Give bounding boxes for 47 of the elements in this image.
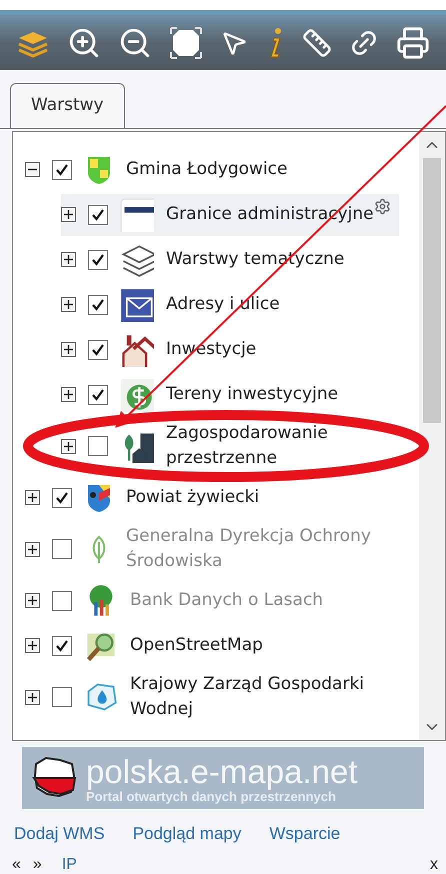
layers-icon [120, 242, 154, 276]
layer-name[interactable]: Gmina Łodygowice [126, 157, 288, 182]
previous-button[interactable]: « [12, 852, 21, 874]
expander-icon[interactable] [25, 690, 40, 704]
banner-title: polska.e-mapa.net [86, 754, 358, 790]
expander-icon[interactable] [61, 207, 76, 222]
tab[interactable]: Warstwy [10, 83, 125, 128]
expander-icon[interactable] [25, 162, 40, 177]
close-button[interactable]: x [430, 852, 438, 874]
ip-link[interactable]: IP [62, 852, 77, 874]
checkbox[interactable] [52, 687, 72, 707]
dollar-icon [120, 378, 154, 412]
checkbox[interactable] [88, 340, 108, 360]
expander-icon[interactable] [25, 490, 40, 505]
expander-icon[interactable] [25, 638, 40, 653]
footer-link[interactable]: Wsparcie [269, 821, 340, 846]
layer-name[interactable]: Krajowy Zarząd Gospodarki Wodnej [130, 672, 392, 722]
footer-link[interactable]: Dodaj WMS [14, 821, 105, 846]
footer-link[interactable]: Podgląd mapy [132, 821, 242, 846]
houses-icon [120, 332, 154, 366]
ruler-icon[interactable] [302, 28, 332, 58]
printer-icon[interactable] [396, 26, 430, 60]
checkbox[interactable] [88, 436, 108, 456]
expander-icon[interactable] [61, 387, 76, 402]
envelope-icon [120, 288, 154, 322]
full-extent-icon[interactable] [169, 26, 203, 60]
settings-icon[interactable] [374, 198, 391, 214]
expander-icon[interactable] [61, 438, 76, 454]
expander-icon[interactable] [61, 297, 76, 312]
layer-name[interactable]: Tereny inwestycyjne [166, 382, 338, 407]
layer-name[interactable]: Powiat żywiecki [126, 485, 260, 510]
checkbox[interactable] [88, 204, 108, 224]
scrollbar[interactable] [419, 132, 445, 740]
layer-name[interactable]: Zagospodarowanie przestrzenne [166, 421, 398, 471]
checkbox[interactable] [52, 488, 72, 508]
dashed-line-icon [120, 198, 154, 232]
banner-subtitle: Portal otwartych danych przestrzennych [86, 790, 336, 802]
checkbox[interactable] [52, 160, 72, 180]
checkbox[interactable] [52, 636, 72, 656]
layer-name[interactable]: Adresy i ulice [166, 292, 280, 317]
checkbox[interactable] [88, 294, 108, 314]
next-button[interactable]: » [32, 852, 42, 874]
layer-name[interactable]: OpenStreetMap [130, 633, 263, 658]
expander-icon[interactable] [61, 252, 76, 267]
checkbox[interactable] [88, 250, 108, 270]
checkbox[interactable] [88, 384, 108, 404]
expander-icon[interactable] [61, 342, 76, 357]
